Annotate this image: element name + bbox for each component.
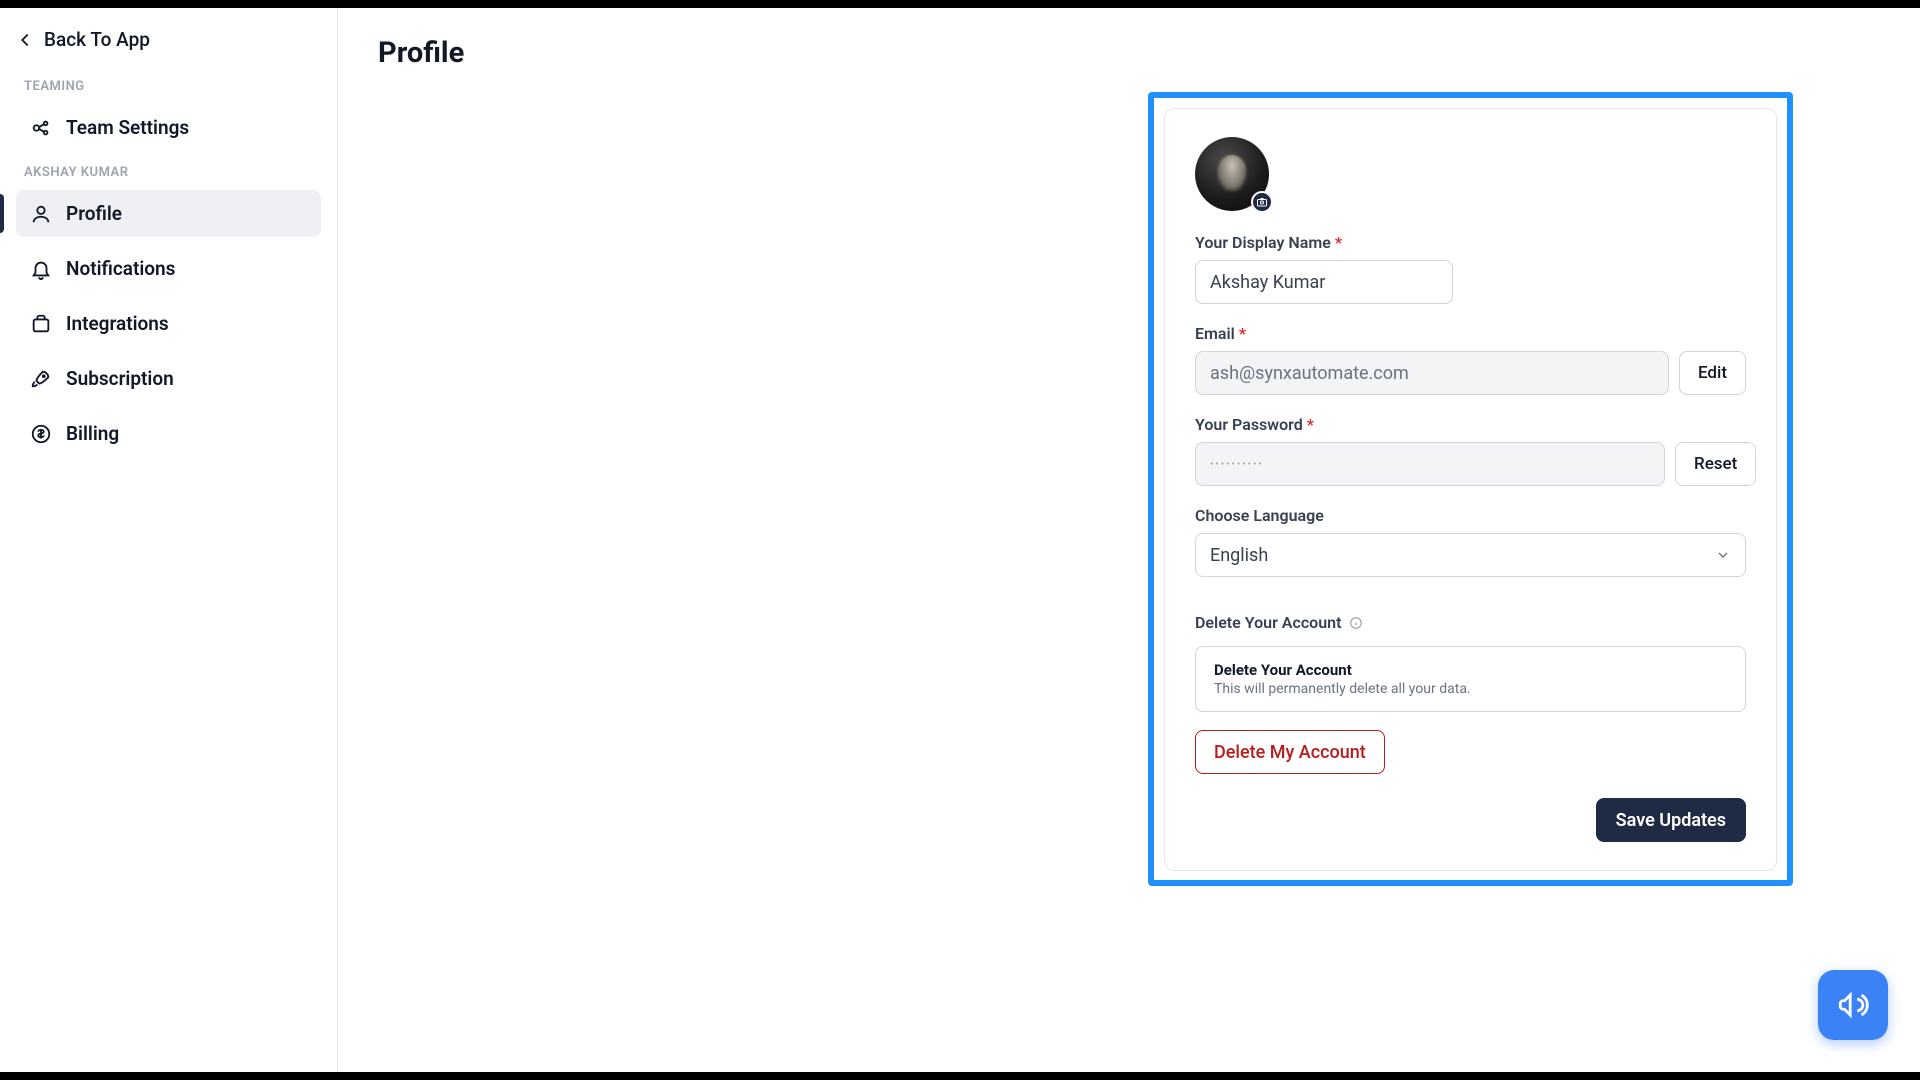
back-to-app-link[interactable]: Back To App (10, 20, 327, 69)
label-text: Your Password (1195, 415, 1303, 434)
profile-card: Your Display Name * Email * Edit (1164, 108, 1777, 871)
required-asterisk: * (1307, 415, 1314, 434)
sidebar-section-teaming: TEAMING (10, 69, 327, 100)
sidebar-item-label: Profile (66, 202, 122, 225)
sidebar-item-label: Notifications (66, 257, 175, 280)
page-title: Profile (378, 36, 1880, 70)
password-label: Your Password * (1195, 415, 1746, 434)
delete-box-title: Delete Your Account (1214, 661, 1727, 679)
delete-box-desc: This will permanently delete all your da… (1214, 681, 1727, 697)
sidebar-item-label: Billing (66, 422, 119, 445)
sidebar-item-billing[interactable]: Billing (16, 410, 321, 457)
chevron-down-icon (1715, 547, 1731, 563)
sidebar-item-subscription[interactable]: Subscription (16, 355, 321, 402)
camera-icon (1256, 196, 1268, 208)
delete-warning-box: Delete Your Account This will permanentl… (1195, 646, 1746, 712)
sidebar-item-label: Team Settings (66, 116, 189, 139)
package-icon (30, 313, 52, 335)
avatar-upload-button[interactable] (1251, 191, 1273, 213)
sidebar-item-team-settings[interactable]: Team Settings (16, 104, 321, 151)
password-input: •••••••••• (1195, 442, 1665, 486)
required-asterisk: * (1239, 324, 1246, 343)
sidebar: Back To App TEAMING Team Settings AKSHAY… (0, 8, 338, 1072)
language-field: Choose Language English (1195, 506, 1746, 577)
display-name-field: Your Display Name * (1195, 233, 1746, 304)
sidebar-section-user: AKSHAY KUMAR (10, 155, 327, 186)
sidebar-item-notifications[interactable]: Notifications (16, 245, 321, 292)
label-text: Email (1195, 324, 1235, 343)
delete-account-button[interactable]: Delete My Account (1195, 730, 1385, 774)
password-field: Your Password * •••••••••• Reset (1195, 415, 1746, 486)
save-row: Save Updates (1195, 798, 1746, 842)
megaphone-icon (1836, 988, 1870, 1022)
language-value: English (1210, 545, 1268, 566)
info-icon (1349, 616, 1363, 630)
display-name-input[interactable] (1195, 260, 1453, 304)
edit-email-button[interactable]: Edit (1679, 351, 1746, 395)
team-icon (30, 117, 52, 139)
label-text: Delete Your Account (1195, 613, 1341, 632)
email-input (1195, 351, 1669, 395)
language-select[interactable]: English (1195, 533, 1746, 577)
delete-heading: Delete Your Account (1195, 613, 1746, 632)
dollar-icon (30, 423, 52, 445)
sidebar-item-label: Integrations (66, 312, 169, 335)
sidebar-item-profile[interactable]: Profile (16, 190, 321, 237)
rocket-icon (30, 368, 52, 390)
chevron-left-icon (14, 29, 36, 51)
sidebar-item-integrations[interactable]: Integrations (16, 300, 321, 347)
back-to-app-label: Back To App (44, 28, 150, 51)
announcement-fab[interactable] (1818, 970, 1888, 1040)
sidebar-item-label: Subscription (66, 367, 174, 390)
email-field: Email * Edit (1195, 324, 1746, 395)
label-text: Your Display Name (1195, 233, 1331, 252)
reset-password-button[interactable]: Reset (1675, 442, 1756, 486)
language-label: Choose Language (1195, 506, 1746, 525)
bell-icon (30, 258, 52, 280)
delete-section: Delete Your Account Delete Your Account … (1195, 613, 1746, 774)
email-label: Email * (1195, 324, 1746, 343)
display-name-label: Your Display Name * (1195, 233, 1746, 252)
avatar-container[interactable] (1195, 137, 1269, 211)
save-updates-button[interactable]: Save Updates (1596, 798, 1746, 842)
required-asterisk: * (1335, 233, 1342, 252)
label-text: Choose Language (1195, 506, 1324, 525)
user-icon (30, 203, 52, 225)
main-content: Profile Your Display Name * Email (338, 8, 1920, 1072)
